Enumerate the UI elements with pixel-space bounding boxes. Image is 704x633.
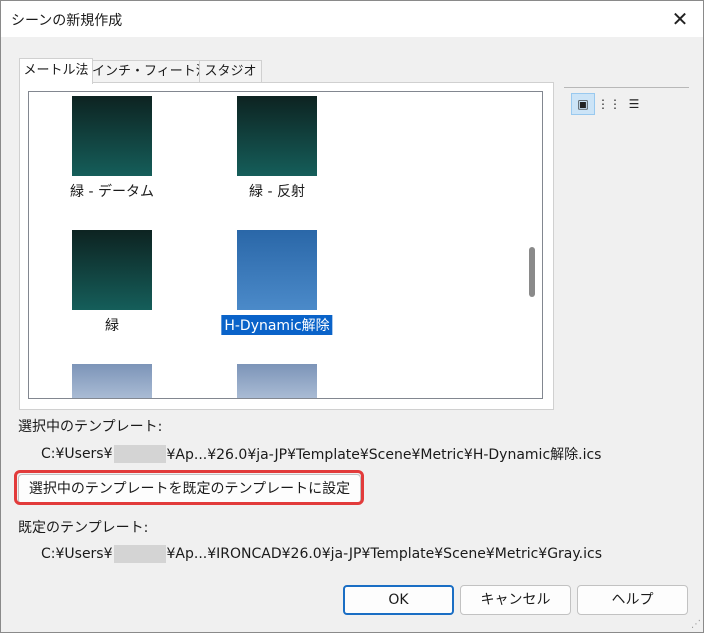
template-thumbnail[interactable] [72,364,152,398]
cancel-button[interactable]: キャンセル [460,585,571,615]
selected-template-path: C:¥Users¥ ¥Ap...¥26.0¥ja-JP¥Template¥Sce… [41,445,602,463]
close-icon[interactable]: ✕ [657,1,703,37]
template-label[interactable]: 緑 - データム [70,181,154,201]
template-label-selected[interactable]: H-Dynamic解除 [221,315,333,335]
window-title: シーンの新規作成 [11,13,123,29]
tab-panel: 緑 - データム 緑 - 反射 緑 H-Dynamic解除 [19,82,554,410]
tab-metric[interactable]: メートル法 [19,58,93,84]
new-scene-dialog: シーンの新規作成 ✕ メートル法 インチ・フィート法 スタジオ 緑 - データム… [0,0,704,633]
default-template-label: 既定のテンプレート: [18,520,149,536]
ok-button[interactable]: OK [343,585,454,615]
template-thumbnail[interactable] [237,96,317,176]
template-thumbnail[interactable] [237,364,317,398]
small-icons-view-icon[interactable]: ⋮⋮ [597,93,621,115]
template-label[interactable]: 緑 - 反射 [249,181,305,201]
large-icons-view-icon[interactable]: ▣ [571,93,595,115]
list-view-icon[interactable]: ☰ [622,93,646,115]
view-options-divider [564,87,689,88]
title-bar: シーンの新規作成 ✕ [1,1,703,37]
template-thumbnail[interactable] [72,96,152,176]
redacted-username [113,545,166,563]
resize-grip-icon[interactable]: ⋰ [691,619,701,630]
template-thumbnail[interactable] [72,230,152,310]
vertical-scrollbar[interactable] [524,93,542,398]
template-list[interactable]: 緑 - データム 緑 - 反射 緑 H-Dynamic解除 [28,91,543,399]
template-thumbnail-selected[interactable] [237,230,317,310]
tab-studio[interactable]: スタジオ [199,60,262,83]
default-template-path: C:¥Users¥ ¥Ap...¥IRONCAD¥26.0¥ja-JP¥Temp… [41,545,603,563]
scrollbar-thumb[interactable] [529,247,535,297]
help-button[interactable]: ヘルプ [577,585,688,615]
template-label[interactable]: 緑 [105,315,119,335]
selected-template-label: 選択中のテンプレート: [18,419,163,435]
redacted-username [113,445,166,463]
highlight-annotation [14,470,364,505]
tab-inch-feet[interactable]: インチ・フィート法 [91,60,209,83]
